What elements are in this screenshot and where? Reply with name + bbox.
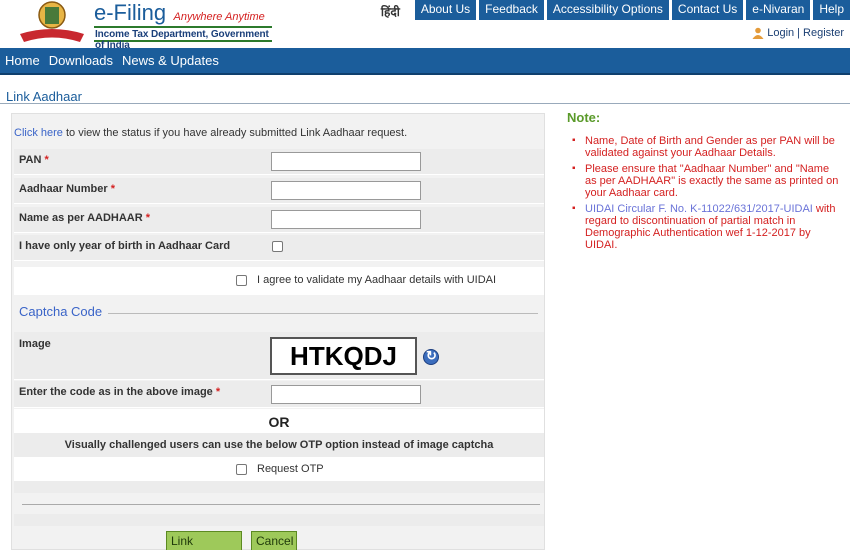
request-otp-checkbox[interactable]: [236, 464, 247, 475]
pan-input[interactable]: [271, 152, 421, 171]
brand-title: e-Filing: [94, 0, 167, 25]
uidai-circular-link[interactable]: UIDAI Circular F. No. K-11022/631/2017-U…: [585, 203, 813, 215]
user-icon: [752, 27, 764, 39]
cancel-button[interactable]: Cancel: [251, 531, 297, 550]
brand: e-Filing Anywhere Anytime: [94, 0, 265, 26]
captcha-image: HTKQDJ: [270, 337, 417, 375]
page-title: Link Aadhaar: [6, 89, 82, 104]
visually-challenged-row: Visually challenged users can use the be…: [14, 433, 544, 457]
login-link[interactable]: Login: [767, 27, 794, 39]
top-nav-about-us[interactable]: About Us: [414, 0, 477, 20]
status-info-line: Click here to view the status if you hav…: [14, 127, 407, 139]
yob-row: I have only year of birth in Aadhaar Car…: [14, 235, 544, 261]
register-link[interactable]: Register: [803, 27, 844, 39]
refresh-icon[interactable]: [423, 348, 439, 365]
captcha-input[interactable]: [271, 385, 421, 404]
main-nav-news-updates[interactable]: News & Updates: [122, 53, 219, 68]
form-divider: [22, 504, 540, 505]
top-nav-accessibility[interactable]: Accessibility Options: [546, 0, 669, 20]
agree-row: I agree to validate my Aadhaar details w…: [14, 267, 544, 295]
click-here-link[interactable]: Click here: [14, 127, 63, 139]
name-label: Name as per AADHAAR *: [19, 212, 151, 224]
top-nav-contact-us[interactable]: Contact Us: [671, 0, 744, 20]
aadhaar-input[interactable]: [271, 181, 421, 200]
captcha-input-row: Enter the code as in the above image *: [14, 381, 544, 408]
captcha-image-row: Image HTKQDJ: [14, 332, 544, 380]
main-nav-downloads[interactable]: Downloads: [49, 53, 113, 68]
note-title: Note:: [567, 110, 601, 125]
top-nav-help[interactable]: Help: [813, 0, 850, 20]
captcha-divider: [108, 313, 538, 314]
note-item: UIDAI Circular F. No. K-11022/631/2017-U…: [572, 203, 842, 251]
request-otp-label: Request OTP: [257, 463, 324, 475]
captcha-heading: Captcha Code: [19, 304, 103, 319]
aadhaar-label: Aadhaar Number *: [19, 183, 115, 195]
title-strip: [0, 86, 850, 104]
spacer-row: [14, 481, 544, 493]
agree-label: I agree to validate my Aadhaar details w…: [257, 274, 497, 286]
or-row: OR: [14, 409, 544, 433]
image-label: Image: [19, 338, 51, 350]
brand-tagline: Anywhere Anytime: [173, 11, 265, 23]
yob-checkbox[interactable]: [272, 241, 283, 252]
top-nav-e-nivaran[interactable]: e-Nivaran: [746, 0, 811, 20]
spacer-row: [14, 514, 544, 526]
top-nav-feedback[interactable]: Feedback: [479, 0, 544, 20]
note-item: Please ensure that "Aadhaar Number" and …: [572, 163, 842, 199]
site-header: e-Filing Anywhere Anytime Income Tax Dep…: [0, 0, 850, 51]
pan-row: PAN *: [14, 149, 544, 175]
login-separator: |: [797, 27, 801, 39]
login-register: Login | Register: [752, 27, 844, 39]
agree-checkbox[interactable]: [236, 275, 247, 286]
aadhaar-row: Aadhaar Number *: [14, 178, 544, 204]
brand-subtitle: Income Tax Department, Government of Ind…: [94, 26, 272, 51]
visually-challenged-text: Visually challenged users can use the be…: [64, 439, 494, 451]
note-item: Name, Date of Birth and Gender as per PA…: [572, 135, 842, 159]
otp-row: Request OTP: [14, 457, 544, 481]
main-nav: Home Downloads News & Updates: [0, 48, 850, 75]
main-nav-home[interactable]: Home: [5, 53, 40, 68]
top-nav: हिंदी About Us Feedback Accessibility Op…: [381, 0, 850, 20]
name-input[interactable]: [271, 210, 421, 229]
hindi-link[interactable]: हिंदी: [381, 0, 412, 20]
pan-label: PAN *: [19, 154, 49, 166]
emblem-logo: [20, 1, 84, 42]
link-aadhaar-button[interactable]: Link Aadhaar: [166, 531, 242, 550]
notes-list: Name, Date of Birth and Gender as per PA…: [572, 135, 842, 255]
name-row: Name as per AADHAAR *: [14, 207, 544, 233]
enter-code-label: Enter the code as in the above image *: [19, 386, 221, 398]
click-here-text: to view the status if you have already s…: [62, 127, 408, 139]
or-label: OR: [268, 414, 290, 430]
yob-label: I have only year of birth in Aadhaar Car…: [19, 240, 231, 252]
